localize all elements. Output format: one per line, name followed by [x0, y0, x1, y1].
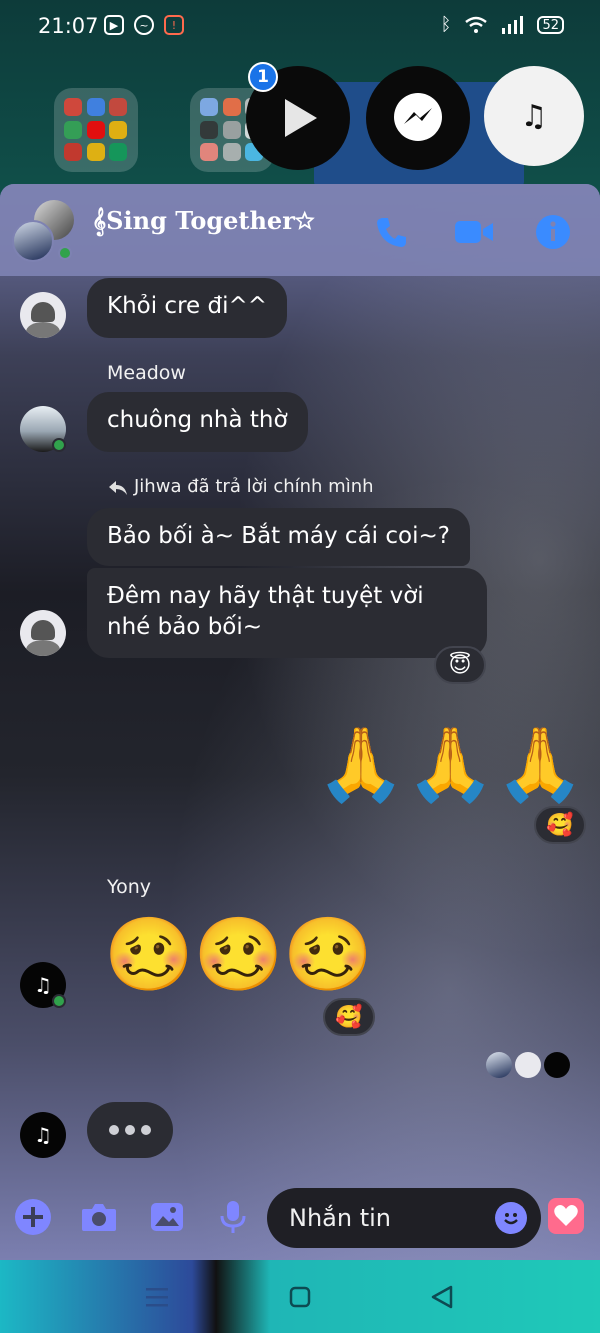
read-receipts[interactable]: [486, 1052, 570, 1078]
read-receipt-avatar: [544, 1052, 570, 1078]
menu-nav-button[interactable]: [142, 1282, 172, 1312]
sender-name: Yony: [107, 876, 151, 898]
battery-indicator: 52: [537, 15, 564, 34]
sender-avatar[interactable]: [20, 610, 66, 656]
message-reaction[interactable]: 🥰: [534, 806, 586, 844]
play-icon: [285, 99, 317, 137]
reply-note: Jihwa đã trả lời chính mình: [134, 476, 374, 497]
message-bubble[interactable]: Đêm nay hãy thật tuyệt vời nhé bảo bối~: [87, 568, 487, 658]
group-chat-head[interactable]: ♫: [484, 66, 584, 166]
chat-header: 𝄞Sing Together☆: [0, 184, 600, 276]
music-notes-icon: ♫: [34, 1123, 52, 1147]
phone-call-icon[interactable]: [374, 214, 410, 250]
microphone-icon[interactable]: [214, 1198, 252, 1236]
notification-icons: ▶ ~ !: [104, 15, 184, 35]
heart-reaction-button[interactable]: [548, 1198, 584, 1234]
heart-icon: [554, 1205, 578, 1226]
youtube-notification-icon: ▶: [104, 15, 124, 35]
online-indicator: [58, 246, 72, 260]
music-notes-icon: ♫: [34, 973, 52, 997]
messenger-chat-head[interactable]: [366, 66, 470, 170]
system-nav-bar: [0, 1260, 600, 1333]
emoji-picker-icon[interactable]: [495, 1202, 527, 1234]
typing-user-avatar[interactable]: ♫: [20, 1112, 66, 1158]
member-avatar: [12, 220, 54, 262]
status-time: 21:07: [38, 14, 99, 38]
music-notes-icon: ♫: [520, 98, 548, 134]
message-bubble[interactable]: Khỏi cre đi^^: [87, 278, 288, 338]
home-nav-button[interactable]: [285, 1282, 315, 1312]
sender-name: Meadow: [107, 362, 186, 384]
status-bar: 21:07 ▶ ~ ! ᛒ 52: [0, 0, 600, 54]
add-icon[interactable]: [14, 1198, 52, 1236]
camera-icon[interactable]: [80, 1198, 118, 1236]
group-avatar[interactable]: [12, 200, 74, 262]
video-call-icon[interactable]: [454, 214, 494, 250]
back-nav-button[interactable]: [428, 1282, 458, 1312]
message-input[interactable]: [287, 1203, 481, 1233]
reply-arrow-icon: [109, 481, 127, 495]
read-receipt-avatar: [486, 1052, 512, 1078]
messenger-icon: [394, 93, 442, 141]
read-receipt-avatar: [515, 1052, 541, 1078]
bluetooth-icon: ᛒ: [440, 14, 452, 35]
online-indicator: [52, 994, 66, 1008]
wifi-icon: [465, 16, 488, 33]
smiley-icon: [504, 1213, 518, 1225]
notification-badge: 1: [248, 62, 278, 92]
emoji-message[interactable]: 🙏🙏🙏: [316, 724, 585, 804]
sender-avatar[interactable]: [20, 292, 66, 338]
app-notification-icon: !: [164, 15, 184, 35]
emoji-message[interactable]: 🥴🥴🥴: [104, 914, 373, 994]
chat-title[interactable]: 𝄞Sing Together☆: [92, 206, 314, 235]
messenger-notification-icon: ~: [134, 15, 154, 35]
signal-icon: [502, 15, 524, 34]
gallery-icon[interactable]: [148, 1198, 186, 1236]
online-indicator: [52, 438, 66, 452]
home-app-folder[interactable]: [54, 88, 138, 172]
chat-panel: 𝄞Sing Together☆ Khỏi cre đi^^ Meadow chu…: [0, 184, 600, 1260]
status-right: ᛒ 52: [441, 14, 564, 35]
message-bubble[interactable]: chuông nhà thờ: [87, 392, 308, 452]
info-icon[interactable]: [535, 214, 571, 250]
message-input-box[interactable]: [267, 1188, 541, 1248]
message-reaction[interactable]: 🥰: [323, 998, 375, 1036]
message-bubble[interactable]: Bảo bối à~ Bắt máy cái coi~?: [87, 508, 470, 566]
typing-indicator: [87, 1102, 173, 1158]
message-composer: [0, 1170, 600, 1260]
message-reaction[interactable]: 😇: [434, 646, 486, 684]
